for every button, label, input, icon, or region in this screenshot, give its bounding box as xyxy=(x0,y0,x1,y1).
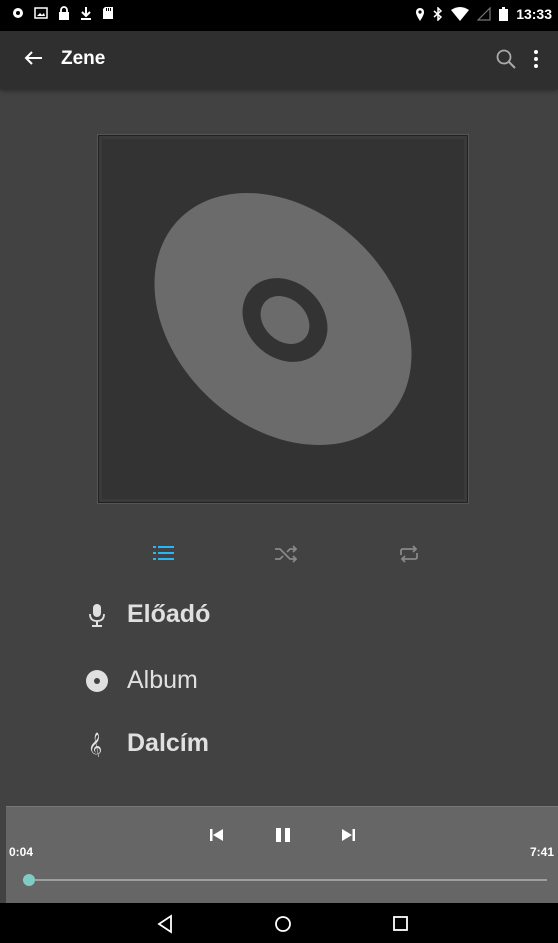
battery-icon xyxy=(499,7,509,21)
repeat-icon[interactable] xyxy=(395,540,423,568)
treble-clef-icon: 𝄞 xyxy=(88,732,102,757)
elapsed-time: 0:04 xyxy=(9,845,34,859)
home-circle-icon[interactable] xyxy=(272,913,294,935)
seek-thumb[interactable] xyxy=(22,874,35,886)
artist-row: Előadó xyxy=(0,590,558,640)
search-icon[interactable] xyxy=(494,47,518,71)
album-art xyxy=(98,135,468,503)
status-time: 13:33 xyxy=(516,6,552,22)
song-title-label: Dalcím xyxy=(127,729,209,757)
playback-mode-controls xyxy=(0,540,558,570)
download-icon xyxy=(81,7,91,20)
status-bar: 13:33 xyxy=(0,0,558,31)
back-triangle-icon[interactable] xyxy=(155,913,177,935)
player-bar: 0:04 7:41 xyxy=(6,806,558,904)
image-icon xyxy=(34,7,48,19)
wifi-icon xyxy=(451,7,470,21)
recents-square-icon[interactable] xyxy=(390,913,412,935)
lock-icon xyxy=(59,6,69,20)
more-vert-icon[interactable] xyxy=(528,47,544,71)
artist-label: Előadó xyxy=(127,600,211,628)
bluetooth-icon xyxy=(433,7,443,21)
sd-card-icon xyxy=(103,7,113,19)
total-duration: 7:41 xyxy=(529,845,554,859)
pause-icon[interactable] xyxy=(269,821,297,849)
location-icon xyxy=(416,8,425,21)
album-row: Album xyxy=(0,656,558,706)
title-row: 𝄞 Dalcím xyxy=(0,719,558,769)
signal-icon xyxy=(477,7,491,21)
disc-icon xyxy=(154,192,412,446)
status-right-icons: 13:33 xyxy=(415,6,552,22)
status-left-icons xyxy=(12,6,114,20)
seek-bar[interactable] xyxy=(24,879,547,881)
queue-list-icon[interactable] xyxy=(150,540,178,568)
system-nav-bar xyxy=(0,903,558,943)
svg-text:𝄞: 𝄞 xyxy=(88,732,102,757)
shuffle-icon[interactable] xyxy=(272,540,300,568)
album-label: Album xyxy=(127,666,198,694)
microphone-icon xyxy=(89,604,105,627)
back-arrow-icon[interactable] xyxy=(22,47,44,69)
album-disc-icon xyxy=(86,670,108,692)
page-title: Zene xyxy=(61,48,106,69)
skip-previous-icon[interactable] xyxy=(202,821,230,849)
skip-next-icon[interactable] xyxy=(335,821,363,849)
notification-dot-icon xyxy=(13,8,23,18)
app-bar: Zene xyxy=(0,31,558,89)
